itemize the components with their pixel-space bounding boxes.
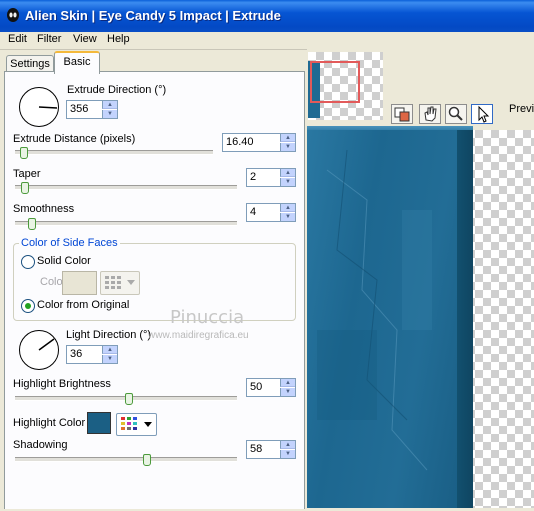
smoothness-label: Smoothness (13, 203, 75, 215)
taper-track[interactable] (15, 185, 237, 190)
light-direction-value: 36 (70, 348, 83, 360)
spin-down-icon[interactable]: ▼ (280, 143, 295, 151)
spin-up-icon[interactable]: ▲ (102, 346, 117, 354)
shadowing-input[interactable]: 58 ▲ ▼ (246, 440, 296, 459)
spin-up-icon[interactable]: ▲ (280, 169, 295, 177)
spin-up-icon[interactable]: ▲ (102, 101, 117, 109)
smoothness-track[interactable] (15, 221, 237, 226)
extrude-distance-value: 16.40 (226, 136, 254, 148)
taper-value: 2 (250, 171, 257, 183)
smoothness-value: 4 (250, 206, 257, 218)
taper-label: Taper (13, 168, 41, 180)
color-from-original-radio[interactable] (21, 299, 35, 313)
highlight-color-picker-button[interactable] (116, 413, 157, 436)
extrude-direction-input[interactable]: 356 ▲ ▼ (66, 100, 118, 119)
light-direction-input[interactable]: 36 ▲ ▼ (66, 345, 118, 364)
palette-grid-icon (121, 417, 137, 430)
hand-tool-button[interactable] (419, 104, 441, 124)
side-faces-group-title: Color of Side Faces (19, 237, 120, 249)
color-from-original-label: Color from Original (37, 299, 130, 311)
arrow-pointer-icon (478, 105, 490, 123)
solid-color-radio[interactable] (21, 255, 35, 269)
magnifier-icon (448, 106, 463, 121)
highlight-brightness-input[interactable]: 50 ▲ ▼ (246, 378, 296, 397)
menu-view[interactable]: View (73, 33, 97, 45)
extrude-distance-input[interactable]: 16.40 ▲ ▼ (222, 133, 296, 152)
extrude-distance-label: Extrude Distance (pixels) (13, 133, 136, 145)
dropdown-arrow-icon (127, 280, 135, 285)
extrude-direction-dial[interactable] (19, 87, 59, 127)
spin-up-icon[interactable]: ▲ (280, 379, 295, 387)
smoothness-input[interactable]: 4 ▲ ▼ (246, 203, 296, 222)
preview-label: Previ (509, 103, 534, 115)
compare-icon (394, 107, 410, 122)
menu-bar: Edit Filter View Help (0, 32, 534, 50)
dropdown-arrow-icon (144, 422, 152, 427)
spin-down-icon[interactable]: ▼ (280, 178, 295, 186)
preview-image (307, 130, 457, 508)
hand-icon (424, 106, 437, 122)
menu-edit[interactable]: Edit (8, 33, 27, 45)
preview-texture-icon (317, 149, 432, 471)
watermark-site: www.maidiregrafica.eu (148, 330, 249, 341)
shadowing-label: Shadowing (13, 439, 68, 451)
side-color-picker-button[interactable] (100, 271, 140, 295)
extrude-direction-value: 356 (70, 103, 89, 115)
navigator-view-rect[interactable] (310, 61, 360, 103)
spin-up-icon[interactable]: ▲ (280, 204, 295, 212)
dial-needle-icon (38, 338, 55, 351)
dial-needle-icon (38, 106, 58, 109)
extrude-distance-slider-thumb[interactable] (20, 147, 28, 159)
light-direction-label: Light Direction (°) (66, 329, 152, 341)
highlight-color-label: Highlight Color (13, 417, 86, 429)
spin-down-icon[interactable]: ▼ (280, 450, 295, 458)
preview-extrude-side (457, 130, 473, 508)
shadowing-slider-thumb[interactable] (143, 454, 151, 466)
highlight-brightness-label: Highlight Brightness (13, 378, 111, 390)
side-color-swatch[interactable] (62, 271, 97, 295)
spin-down-icon[interactable]: ▼ (280, 388, 295, 396)
compare-button[interactable] (391, 104, 413, 124)
light-direction-dial[interactable] (19, 330, 59, 370)
window-title: Alien Skin | Eye Candy 5 Impact | Extrud… (25, 8, 281, 23)
shadowing-track[interactable] (15, 457, 237, 462)
highlight-brightness-slider-thumb[interactable] (125, 393, 133, 405)
watermark-name: Pinuccia (170, 307, 245, 328)
menu-filter[interactable]: Filter (37, 33, 61, 45)
taper-input[interactable]: 2 ▲ ▼ (246, 168, 296, 187)
menu-help[interactable]: Help (107, 33, 130, 45)
arrow-tool-button[interactable] (471, 104, 493, 124)
tab-settings[interactable]: Settings (6, 55, 54, 72)
spin-down-icon[interactable]: ▼ (102, 110, 117, 118)
extrude-distance-track[interactable] (15, 150, 213, 155)
spin-down-icon[interactable]: ▼ (102, 355, 117, 363)
shadowing-value: 58 (250, 443, 263, 455)
taper-slider-thumb[interactable] (21, 182, 29, 194)
highlight-color-swatch[interactable] (87, 412, 111, 434)
palette-grid-icon (105, 276, 121, 289)
spin-up-icon[interactable]: ▲ (280, 441, 295, 449)
tab-basic[interactable]: Basic (54, 51, 100, 74)
spin-up-icon[interactable]: ▲ (280, 134, 295, 142)
title-bar[interactable]: Alien Skin | Eye Candy 5 Impact | Extrud… (0, 0, 534, 32)
spin-down-icon[interactable]: ▼ (280, 213, 295, 221)
extrude-direction-label: Extrude Direction (°) (67, 84, 167, 96)
zoom-tool-button[interactable] (445, 104, 467, 124)
smoothness-slider-thumb[interactable] (28, 218, 36, 230)
highlight-brightness-value: 50 (250, 381, 263, 393)
alien-skin-icon (7, 8, 19, 22)
solid-color-label: Solid Color (37, 255, 91, 267)
